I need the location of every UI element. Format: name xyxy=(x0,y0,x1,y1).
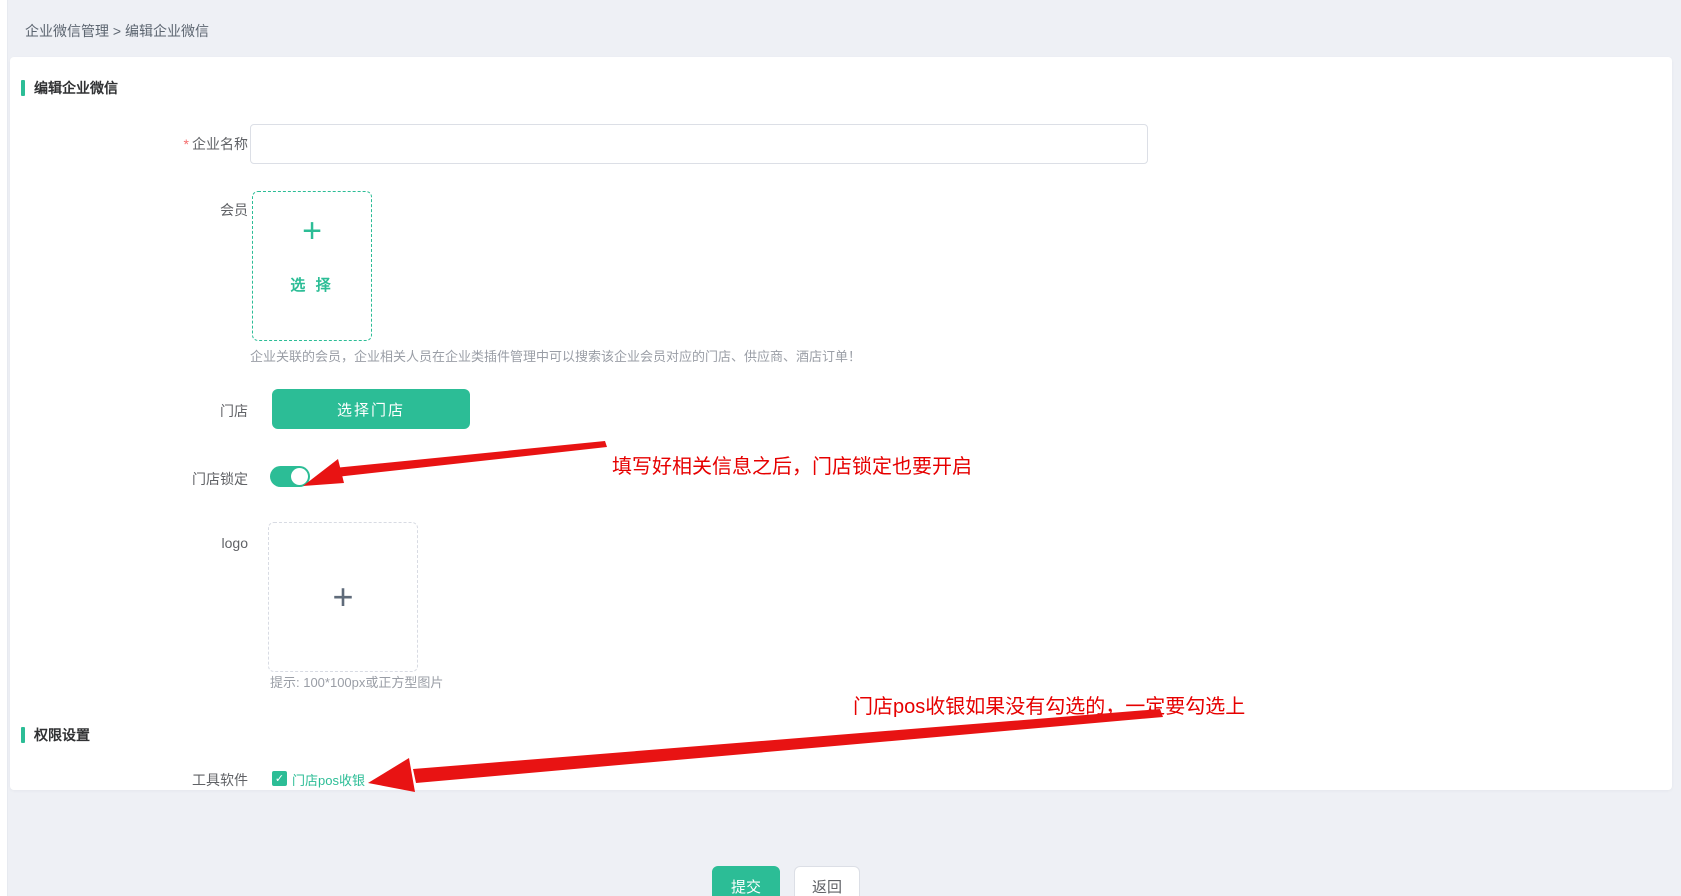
select-store-button[interactable]: 选择门店 xyxy=(272,389,470,429)
pos-checkbox[interactable]: ✓ xyxy=(272,771,287,786)
submit-button[interactable]: 提交 xyxy=(712,866,780,896)
pos-checkbox-label[interactable]: 门店pos收银 xyxy=(292,770,365,789)
toggle-knob xyxy=(291,468,308,485)
section-accent-bar xyxy=(21,80,25,96)
logo-helper-text: 提示: 100*100px或正方型图片 xyxy=(270,672,443,691)
logo-label: logo xyxy=(100,533,248,553)
back-button[interactable]: 返回 xyxy=(794,866,860,896)
company-name-label: *企业名称 xyxy=(100,134,248,154)
store-lock-label: 门店锁定 xyxy=(100,469,248,489)
plus-icon: + xyxy=(253,212,371,250)
member-choose-text: 选 择 xyxy=(253,274,371,295)
store-lock-annotation-text: 填写好相关信息之后，门店锁定也要开启 xyxy=(612,450,972,479)
logo-upload-box[interactable]: + xyxy=(268,522,418,672)
company-name-label-text: 企业名称 xyxy=(192,136,248,152)
member-select-upload-box[interactable]: + 选 择 xyxy=(252,191,372,341)
pos-annotation-text: 门店pos收银如果没有勾选的，一定要勾选上 xyxy=(853,690,1245,719)
form-card xyxy=(10,57,1672,790)
section-permission-title: 权限设置 xyxy=(34,725,90,745)
company-name-input[interactable] xyxy=(250,124,1148,164)
checkmark-icon: ✓ xyxy=(275,773,284,785)
tool-software-label: 工具软件 xyxy=(100,770,248,790)
section-edit-header: 编辑企业微信 xyxy=(21,79,118,97)
required-asterisk: * xyxy=(184,136,189,152)
breadcrumb: 企业微信管理 > 编辑企业微信 xyxy=(25,21,209,41)
member-label: 会员 xyxy=(100,200,248,220)
plus-icon: + xyxy=(332,576,353,618)
store-label: 门店 xyxy=(100,401,248,421)
store-lock-toggle[interactable] xyxy=(270,466,310,487)
left-edge-sliver xyxy=(0,0,8,896)
member-helper-text: 企业关联的会员，企业相关人员在企业类插件管理中可以搜索该企业会员对应的门店、供应… xyxy=(250,346,861,365)
page: 企业微信管理 > 编辑企业微信 编辑企业微信 *企业名称 会员 + 选 择 企业… xyxy=(0,0,1681,896)
section-edit-title: 编辑企业微信 xyxy=(34,78,118,98)
section-accent-bar xyxy=(21,727,25,743)
section-permission-header: 权限设置 xyxy=(21,726,90,744)
